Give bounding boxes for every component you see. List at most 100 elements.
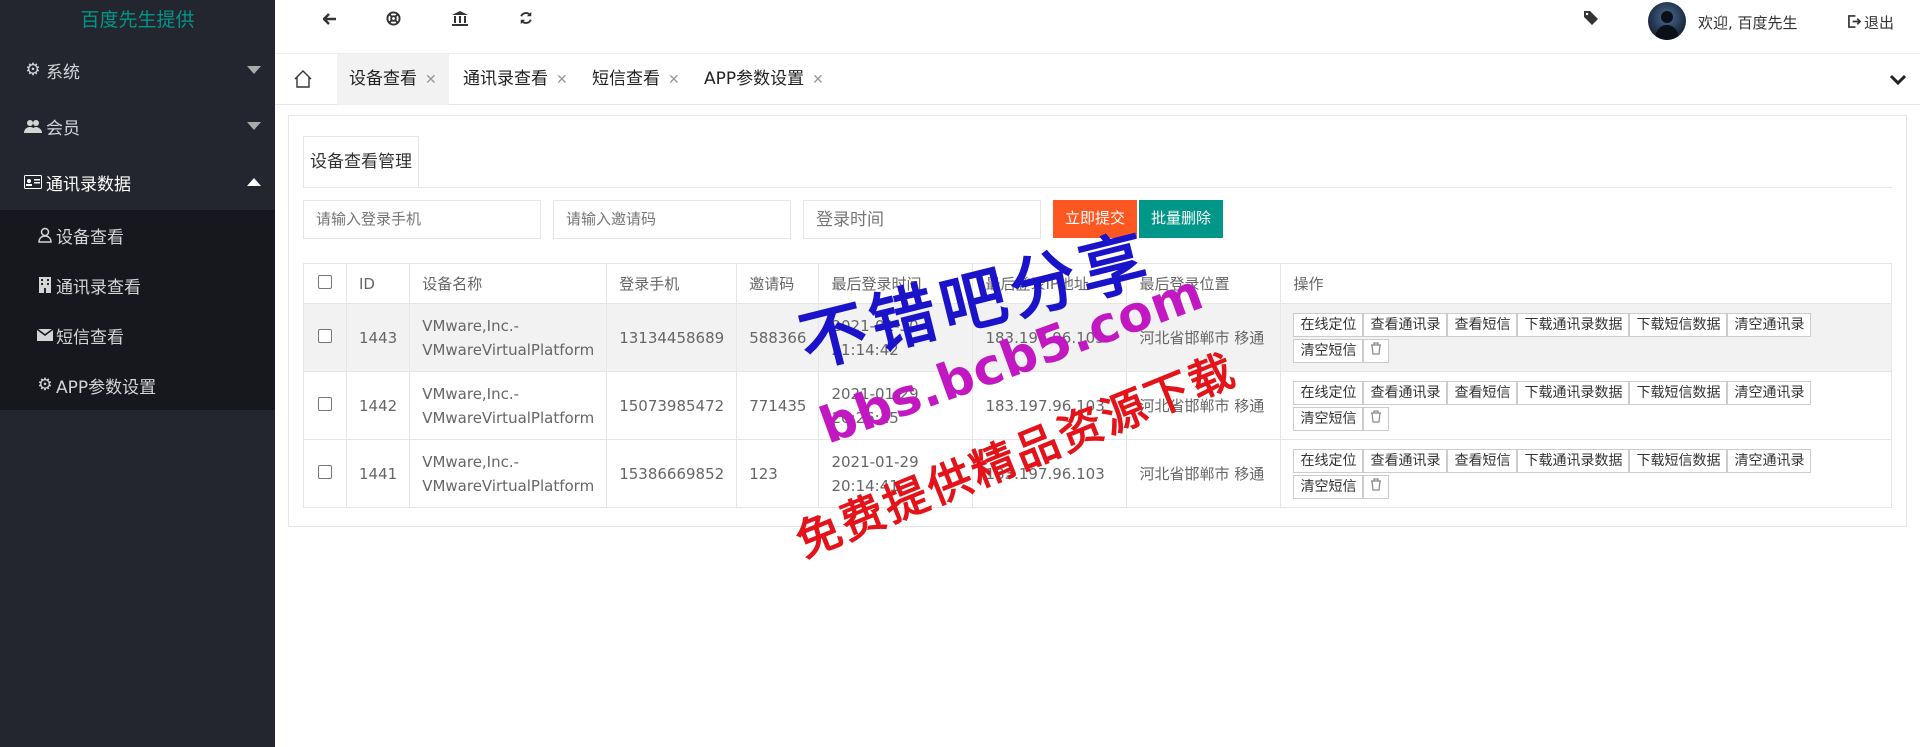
users-icon <box>24 119 42 133</box>
trash-icon <box>1370 477 1382 495</box>
home-icon[interactable] <box>294 70 312 92</box>
delete-button[interactable] <box>1363 474 1390 499</box>
row-select-cell <box>303 439 347 508</box>
sidebar-subitem-label: 短信查看 <box>56 327 124 348</box>
invite-code-input[interactable] <box>553 200 791 239</box>
device-name-line: VMwareVirtualPlatform <box>422 476 595 495</box>
clear-contacts-button[interactable]: 清空通讯录 <box>1727 448 1812 473</box>
view-contacts-button[interactable]: 查看通讯录 <box>1363 448 1448 473</box>
device-name-line: VMware,Inc.- <box>422 316 520 335</box>
sidebar-item-label: 会员 <box>46 118 80 139</box>
delete-button[interactable] <box>1363 338 1390 363</box>
chevron-down-icon <box>247 66 261 74</box>
sidebar-subitem-sms[interactable]: 短信查看 <box>0 310 275 360</box>
lifebuoy-icon[interactable] <box>383 11 403 30</box>
row-checkbox[interactable] <box>318 328 332 343</box>
id-card-icon <box>24 175 42 189</box>
clear-sms-button[interactable]: 清空短信 <box>1293 406 1364 431</box>
delete-button[interactable] <box>1363 406 1390 431</box>
chevron-up-icon <box>247 178 261 186</box>
batch-delete-button[interactable]: 批量删除 <box>1139 200 1224 238</box>
tab-bar: 设备查看 ✕ 通讯录查看 ✕ 短信查看 ✕ APP参数设置 ✕ <box>275 53 1920 105</box>
chevron-down-icon <box>247 122 261 130</box>
cell-id: 1443 <box>345 303 411 372</box>
select-all-checkbox[interactable] <box>318 274 332 289</box>
cell-phone: 13134458689 <box>606 303 738 372</box>
device-name-line: VMware,Inc.- <box>422 452 520 471</box>
tab-label: 通讯录查看 <box>463 69 548 89</box>
download-sms-button[interactable]: 下载短信数据 <box>1629 380 1728 405</box>
download-contacts-button[interactable]: 下载通讯录数据 <box>1517 448 1630 473</box>
cell-actions: 在线定位 查看通讯录 查看短信 下载通讯录数据 下载短信数据 清空通讯录清空短信 <box>1280 371 1892 440</box>
sidebar-item-members[interactable]: 会员 <box>0 98 275 154</box>
avatar[interactable] <box>1648 2 1686 40</box>
column-header: ID <box>345 263 411 304</box>
divider <box>303 187 1892 188</box>
locate-online-button[interactable]: 在线定位 <box>1293 312 1364 337</box>
chevron-down-icon[interactable] <box>1889 72 1907 90</box>
sidebar-item-contacts-data[interactable]: 通讯录数据 <box>0 154 275 210</box>
close-icon[interactable]: ✕ <box>425 72 437 88</box>
sidebar-subitem-app-settings[interactable]: ⚙ APP参数设置 <box>0 360 275 410</box>
building-icon <box>37 277 53 293</box>
clear-contacts-button[interactable]: 清空通讯录 <box>1727 380 1812 405</box>
row-checkbox[interactable] <box>318 464 332 479</box>
sidebar-subitem-device[interactable]: 设备查看 <box>0 210 275 260</box>
row-actions: 在线定位 查看通讯录 查看短信 下载通讯录数据 下载短信数据 清空通讯录清空短信 <box>1293 380 1853 432</box>
gear-icon: ⚙ <box>25 60 41 80</box>
logout-button[interactable]: 退出 <box>1848 12 1894 33</box>
row-checkbox[interactable] <box>318 396 332 411</box>
cell-device-name: VMware,Inc.- VMwareVirtualPlatform <box>409 303 608 372</box>
download-sms-button[interactable]: 下载短信数据 <box>1629 312 1728 337</box>
tab-app-settings[interactable]: APP参数设置 ✕ <box>692 54 836 105</box>
sidebar-submenu: 设备查看 通讯录查看 短信查看 ⚙ APP参数设置 <box>0 210 275 410</box>
gear-icon: ⚙ <box>37 375 53 395</box>
view-sms-button[interactable]: 查看短信 <box>1447 312 1518 337</box>
locate-online-button[interactable]: 在线定位 <box>1293 448 1364 473</box>
close-icon[interactable]: ✕ <box>812 72 824 88</box>
refresh-icon[interactable] <box>516 11 536 29</box>
cell-device-name: VMware,Inc.- VMwareVirtualPlatform <box>409 439 608 508</box>
login-time-input[interactable] <box>803 200 1041 239</box>
view-contacts-button[interactable]: 查看通讯录 <box>1363 312 1448 337</box>
card-title[interactable]: 设备查看管理 <box>303 136 419 188</box>
sidebar-subitem-contacts[interactable]: 通讯录查看 <box>0 260 275 310</box>
arrow-left-icon[interactable] <box>320 11 340 29</box>
download-contacts-button[interactable]: 下载通讯录数据 <box>1517 312 1630 337</box>
close-icon[interactable]: ✕ <box>668 72 680 88</box>
column-header: 登录手机 <box>606 263 738 304</box>
view-contacts-button[interactable]: 查看通讯录 <box>1363 380 1448 405</box>
tab-contacts-view[interactable]: 通讯录查看 ✕ <box>451 54 580 105</box>
column-header: 操作 <box>1280 263 1892 304</box>
device-name-line: VMwareVirtualPlatform <box>422 340 595 359</box>
cell-device-name: VMware,Inc.- VMwareVirtualPlatform <box>409 371 608 440</box>
close-icon[interactable]: ✕ <box>556 72 568 88</box>
tab-device-view[interactable]: 设备查看 ✕ <box>337 54 449 105</box>
tab-sms-view[interactable]: 短信查看 ✕ <box>580 54 692 105</box>
cell-id: 1442 <box>345 371 411 440</box>
clear-contacts-button[interactable]: 清空通讯录 <box>1727 312 1812 337</box>
phone-input[interactable] <box>303 200 541 239</box>
download-sms-button[interactable]: 下载短信数据 <box>1629 448 1728 473</box>
locate-online-button[interactable]: 在线定位 <box>1293 380 1364 405</box>
sidebar-item-system[interactable]: ⚙ 系统 <box>0 42 275 98</box>
cell-last-login-location: 河北省邯郸市 移通 <box>1126 439 1282 508</box>
tag-icon[interactable] <box>1581 11 1601 29</box>
cell-invite-code: 771435 <box>736 371 820 440</box>
view-sms-button[interactable]: 查看短信 <box>1447 448 1518 473</box>
device-name-line: VMware,Inc.- <box>422 384 520 403</box>
logout-label: 退出 <box>1864 14 1895 32</box>
top-bar: 欢迎, 百度先生 退出 <box>275 0 1920 42</box>
cell-phone: 15386669852 <box>606 439 738 508</box>
download-contacts-button[interactable]: 下载通讯录数据 <box>1517 380 1630 405</box>
row-select-cell <box>303 371 347 440</box>
clear-sms-button[interactable]: 清空短信 <box>1293 474 1364 499</box>
bank-icon[interactable] <box>450 11 470 30</box>
row-select-cell <box>303 303 347 372</box>
sidebar: 百度先生提供 ⚙ 系统 会员 通讯录数据 设备查看 通讯录查看 短信查看 ⚙ A… <box>0 0 275 747</box>
device-name-line: VMwareVirtualPlatform <box>422 408 595 427</box>
trash-icon <box>1370 341 1382 359</box>
welcome-text: 欢迎, 百度先生 <box>1698 14 1798 32</box>
view-sms-button[interactable]: 查看短信 <box>1447 380 1518 405</box>
clear-sms-button[interactable]: 清空短信 <box>1293 338 1364 363</box>
